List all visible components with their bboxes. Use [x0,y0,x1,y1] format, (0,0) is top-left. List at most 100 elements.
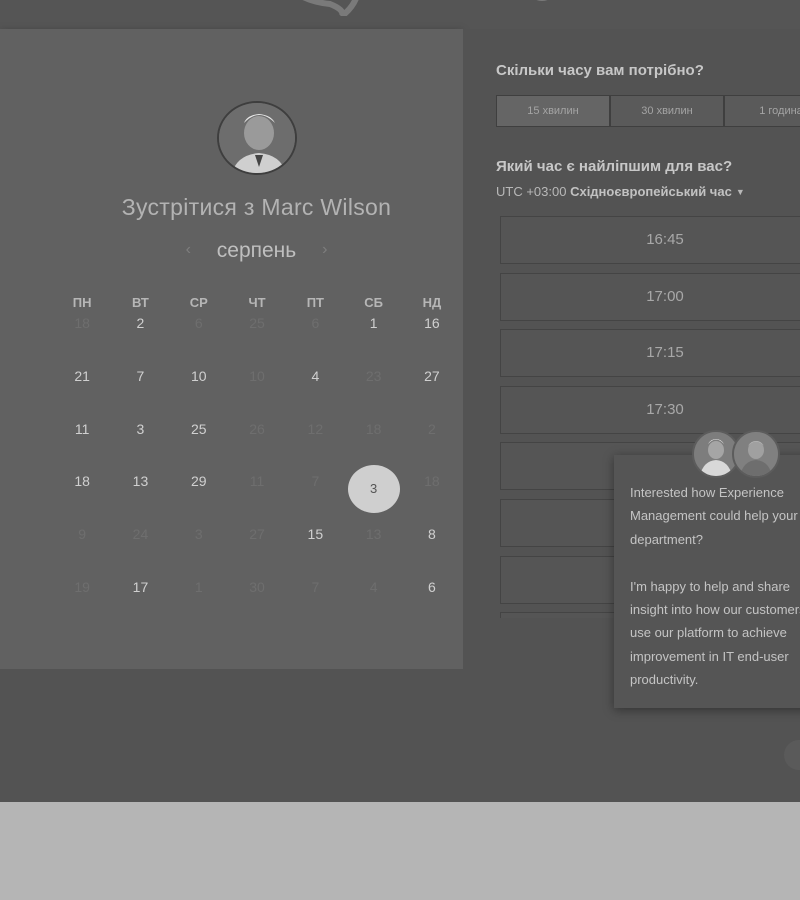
day-number: 26 [249,420,265,437]
day-number: 10 [190,367,207,384]
calendar-day[interactable]: 25 [170,421,228,474]
day-number: 7 [136,367,145,384]
day-number: 4 [311,367,320,384]
weekday-label: ПТ [306,295,324,310]
day-number: 13 [132,473,149,490]
duration-tab-15[interactable]: 15 хвилин [496,95,610,127]
day-number: 11 [74,420,90,437]
duration-question: Скільки часу вам потрібно? [496,62,704,79]
meeting-title: Зустрітися з Marc Wilson [121,194,392,220]
day-number: 15 [307,526,324,543]
day-number: 9 [78,526,87,543]
day-number: 2 [428,420,436,437]
host-avatar [217,101,297,175]
day-number: 30 [249,578,265,595]
chevron-left-icon[interactable]: ‹ [186,241,191,259]
day-number: 18 [365,420,382,437]
caret-down-icon: ▼ [735,187,745,197]
day-number: 1 [194,578,203,595]
day-number: 18 [74,315,90,331]
time-slot-button[interactable]: 17:15 [500,329,800,378]
calendar-day: 12 [286,421,344,474]
day-number: 3 [347,465,400,514]
calendar-day: 25 [228,315,286,368]
calendar-day: 9 [53,526,111,579]
chat-avatars [692,430,782,478]
time-slot-button[interactable]: 17:30 [500,385,800,434]
calendar-day: 13 [344,526,402,579]
time-slot-button[interactable]: 16:45 [500,216,800,264]
scheduler-page: Зустрітися з Marc Wilson ‹ серпень › ПН В… [0,0,800,802]
weekday-label: ПН [72,295,92,310]
day-number: 10 [249,367,265,384]
calendar-day: 7 [286,473,344,526]
day-number: 12 [307,420,324,437]
duration-tab-60[interactable]: 1 година [724,95,800,127]
calendar-day[interactable]: 16 [403,315,461,368]
calendar-day[interactable]: 29 [170,473,228,526]
weekday-label: СБ [364,295,383,310]
calendar-day: 18 [403,473,461,526]
timezone-offset: UTC +03:00 [496,184,567,199]
calendar-day: 6 [170,315,228,368]
day-number: 25 [190,420,207,437]
calendar-day: 24 [111,526,169,579]
timezone-name: Східноєвропейський час [570,184,732,199]
day-number: 23 [365,367,382,384]
duration-tab-30[interactable]: 30 хвилин [610,95,724,127]
calendar-day[interactable]: 11 [53,421,111,474]
day-number: 17 [132,578,149,595]
day-number: 6 [428,578,436,595]
calendar-grid: ПН ВТ СР ЧТ ПТ СБ НД 18 2 6 25 6 1 16 21 7 10 10 4 23 27 11 3… [53,295,461,632]
calendar-day-selected[interactable]: 3 [344,465,402,526]
calendar-day: 27 [228,526,286,579]
day-number: 18 [74,473,90,490]
calendar-day[interactable]: 17 [111,579,169,632]
calendar-day: 4 [344,579,402,632]
calendar-day[interactable]: 8 [403,526,461,579]
calendar-day: 7 [286,579,344,632]
day-number: 21 [74,367,90,384]
weekday-label: ВТ [132,295,149,310]
chat-popup[interactable]: Interested how Experience Management cou… [614,455,800,708]
calendar-day: 19 [53,579,111,632]
weekday-label: НД [422,295,442,310]
calendar-day[interactable]: 3 [111,421,169,474]
calendar-day[interactable]: 4 [286,368,344,421]
day-number: 7 [311,473,320,490]
day-number: 3 [136,420,145,437]
chevron-right-icon[interactable]: › [322,241,327,259]
day-number: 4 [369,578,378,595]
day-number: 7 [311,578,320,595]
weekday-header: ПН ВТ СР ЧТ ПТ СБ НД [53,295,461,315]
day-number: 6 [194,315,203,331]
calendar-day: 3 [170,526,228,579]
day-number: 18 [424,473,440,490]
day-number: 1 [369,315,378,331]
calendar-day[interactable]: 6 [403,579,461,632]
calendar-day[interactable]: 2 [111,315,169,368]
calendar-day[interactable]: 1 [344,315,402,368]
day-grid: 18 2 6 25 6 1 16 21 7 10 10 4 23 27 11 3 25 26 12 18 2 18 13 29… [53,315,461,632]
time-slot-button[interactable]: 17:00 [500,272,800,321]
calendar-day: 6 [286,315,344,368]
calendar-day[interactable]: 10 [170,368,228,421]
day-number: 6 [311,315,320,331]
calendar-day[interactable]: 7 [111,368,169,421]
day-number: 27 [424,367,440,384]
calendar-day: 23 [344,368,402,421]
calendar-day[interactable]: 18 [53,473,111,526]
day-number: 16 [424,315,440,331]
day-number: 29 [190,473,207,490]
timezone-selector[interactable]: UTC +03:00 Східноєвропейський час ▼ [496,184,745,199]
calendar-day[interactable]: 13 [111,473,169,526]
brand-logo [302,0,548,16]
calendar-day[interactable]: 27 [403,368,461,421]
calendar-day[interactable]: 15 [286,526,344,579]
calendar-day[interactable]: 21 [53,368,111,421]
calendar-day: 18 [53,315,111,368]
calendar-day: 11 [228,473,286,526]
day-number: 25 [249,315,265,331]
agent-avatar-2 [732,430,780,478]
calendar-day: 26 [228,421,286,474]
